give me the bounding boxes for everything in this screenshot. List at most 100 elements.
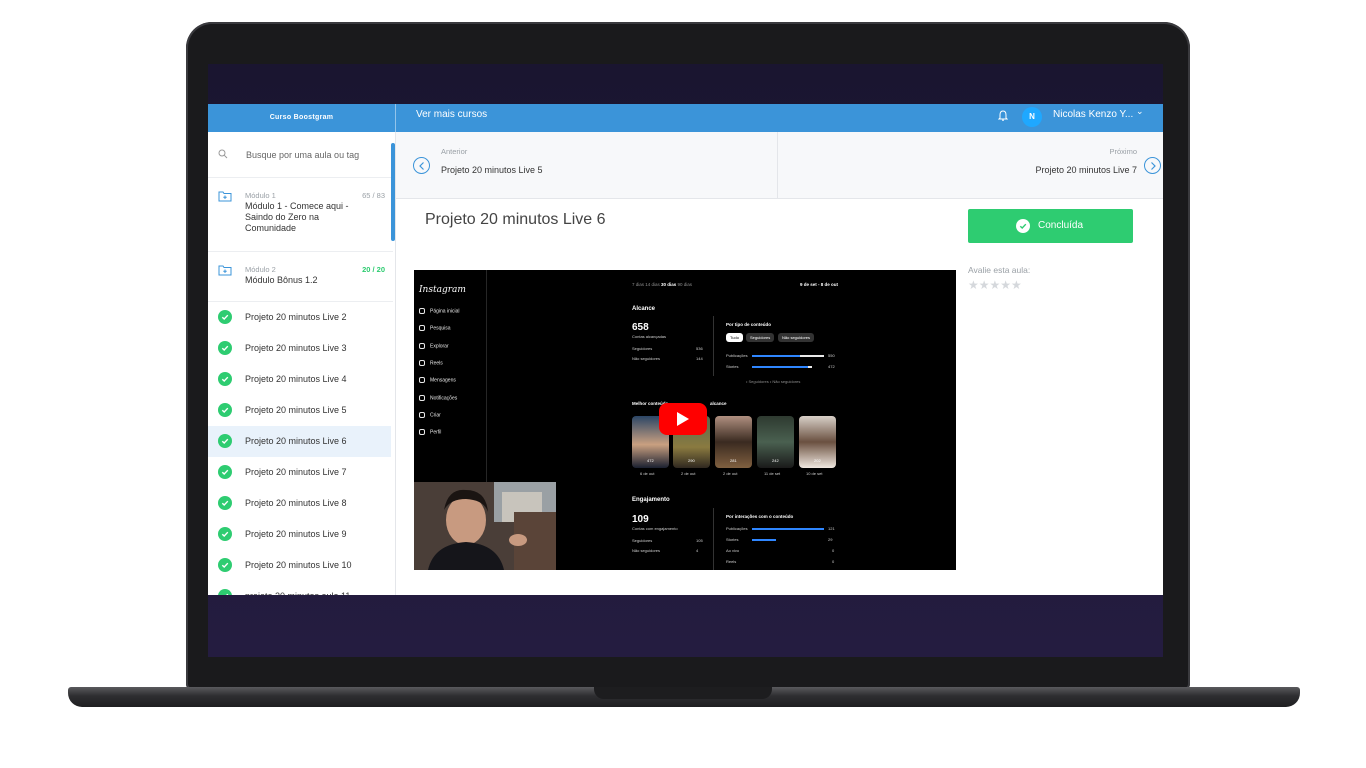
lesson-item[interactable]: projeto 20 minutos aula 11 [208,581,391,595]
lesson-title: Projeto 20 minutos Live 4 [245,374,347,384]
brand-label[interactable]: Curso Boostgram [208,104,395,132]
ig-engagement-title: Engajamento [632,497,670,503]
ig-sidebar: Instagram Página inicial Pesquisa Explorar… [414,270,487,482]
ig-menu-icon [419,429,425,436]
course-app: Curso Boostgram Ver mais cursos N Nicola… [208,104,1163,595]
previous-lesson-title[interactable]: Projeto 20 minutos Live 5 [441,165,543,175]
folder-plus-icon [218,191,232,202]
lesson-title: Projeto 20 minutos Live 5 [245,405,347,415]
ig-menu-item: Pesquisa [419,325,451,332]
module-2[interactable]: Módulo 2 20 / 20 Módulo Bônus 1.2 [208,252,393,302]
lesson-navigation: Anterior Projeto 20 minutos Live 5 Próxi… [396,132,1163,199]
lesson-title: Projeto 20 minutos Live 10 [245,560,352,570]
search-input[interactable] [246,147,386,163]
lesson-title: projeto 20 minutos aula 11 [245,591,350,595]
previous-label: Anterior [441,147,468,156]
check-circle-icon [218,310,232,324]
lesson-item[interactable]: Projeto 20 minutos Live 8 [208,488,391,519]
lesson-item[interactable]: Projeto 20 minutos Live 2 [208,302,391,333]
ig-logo: Instagram [419,285,466,295]
check-circle-icon [1016,219,1030,233]
youtube-play-button[interactable] [659,403,707,435]
check-circle-icon [218,465,232,479]
ig-range-options: 7 dias 14 dias [632,282,662,287]
chevron-down-icon[interactable]: ⌄ [1136,106,1144,117]
lesson-item[interactable]: Projeto 20 minutos Live 7 [208,457,391,488]
ig-engagement-value: 109 [632,514,649,525]
lesson-item[interactable]: Projeto 20 minutos Live 5 [208,395,391,426]
ig-menu-label: Reels [430,360,443,367]
ig-interactions-row-label: Ao vivo [726,548,740,553]
ig-menu-label: Explorar [430,342,449,349]
next-lesson-title[interactable]: Projeto 20 minutos Live 7 [1035,165,1137,175]
ig-thumbnail-views: 290 [688,458,695,463]
top-bar: Curso Boostgram Ver mais cursos N Nicola… [208,104,1163,132]
ig-menu-icon [419,359,425,366]
chevron-right-icon [1151,162,1156,170]
lesson-item[interactable]: Projeto 20 minutos Live 9 [208,519,391,550]
ig-thumbnail-date: 10 de set [806,471,823,476]
completed-label: Concluída [1038,220,1084,231]
ig-best-suffix: alcance [710,401,727,406]
avatar[interactable]: N [1022,107,1042,127]
ig-menu-label: Página inicial [430,308,460,315]
completed-button[interactable]: Concluída [968,209,1133,243]
user-name[interactable]: Nicolas Kenzo Y... [1053,104,1133,126]
video-player[interactable]: Instagram Página inicial Pesquisa Explorar… [414,270,956,570]
ig-type-title: Por tipo de conteúdo [726,322,771,327]
ig-thumbnail-date: 11 de set [764,471,781,476]
ig-menu-icon [419,308,425,314]
sidebar-search [208,132,393,178]
ig-menu-icon [419,394,425,401]
lesson-item[interactable]: Projeto 20 minutos Live 6 [208,426,391,457]
module-progress: 65 / 83 [362,191,385,200]
previous-lesson-button[interactable] [413,157,430,174]
laptop-mockup: Curso Boostgram Ver mais cursos N Nicola… [0,0,1366,768]
ig-legend: • Seguidores • Não seguidores [746,379,801,384]
ig-type-row-label: Stories [726,364,739,369]
ig-pill: Seguidores [746,333,775,342]
ig-thumbnail-views: 202 [814,458,821,463]
ig-menu-label: Perfil [430,429,442,436]
ig-thumbnail-date: 2 de out [681,471,696,476]
ig-interactions-row-label: Publicações [726,526,748,531]
check-circle-icon [218,434,232,448]
ig-type-row-value: 472 [828,364,835,369]
rate-label: Avalie esta aula: [968,265,1031,275]
ig-engagement-sub: Contas com engajamento [632,526,678,531]
ig-pill: Tudo [726,333,743,342]
chevron-left-icon [419,162,424,170]
nav-divider [777,132,778,199]
webcam-overlay [414,482,556,570]
module-1[interactable]: Módulo 1 65 / 83 Módulo 1 - Comece aqui … [208,178,393,252]
ig-menu-item: Perfil [419,429,441,435]
lesson-title: Projeto 20 minutos Live 6 [425,211,606,228]
ig-menu-item: Mensagens [419,377,456,384]
more-courses-link[interactable]: Ver mais cursos [416,104,487,126]
ig-menu-label: Criar [430,412,441,419]
bell-icon[interactable] [998,110,1008,122]
module-title: Módulo 1 - Comece aqui - Saindo do Zero … [245,201,349,233]
check-circle-icon [218,341,232,355]
ig-range-tabs: 7 dias 14 dias 30 dias 90 dias [632,282,692,287]
folder-plus-icon [218,265,232,276]
check-circle-icon [218,589,232,595]
check-circle-icon [218,558,232,572]
ig-engagement-row-label: Não seguidores [632,548,661,553]
ig-reach-row-value: 144 [696,356,703,361]
lesson-item[interactable]: Projeto 20 minutos Live 3 [208,333,391,364]
lesson-item[interactable]: Projeto 20 minutos Live 10 [208,550,391,581]
ig-menu-icon [419,377,425,384]
check-circle-icon [218,496,232,510]
ig-menu-item: Criar [419,411,441,419]
ig-menu-item: Página inicial [419,308,459,314]
ig-menu-icon [419,325,425,332]
module-title: Módulo Bônus 1.2 [245,275,318,285]
next-lesson-button[interactable] [1144,157,1161,174]
ig-menu-icon [419,411,425,418]
ig-menu-item: Notificações [419,394,457,401]
lesson-title: Projeto 20 minutos Live 7 [245,467,347,477]
star-rating[interactable]: ★★★★★ [968,278,1022,292]
lesson-item[interactable]: Projeto 20 minutos Live 4 [208,364,391,395]
brand-divider [395,104,396,132]
